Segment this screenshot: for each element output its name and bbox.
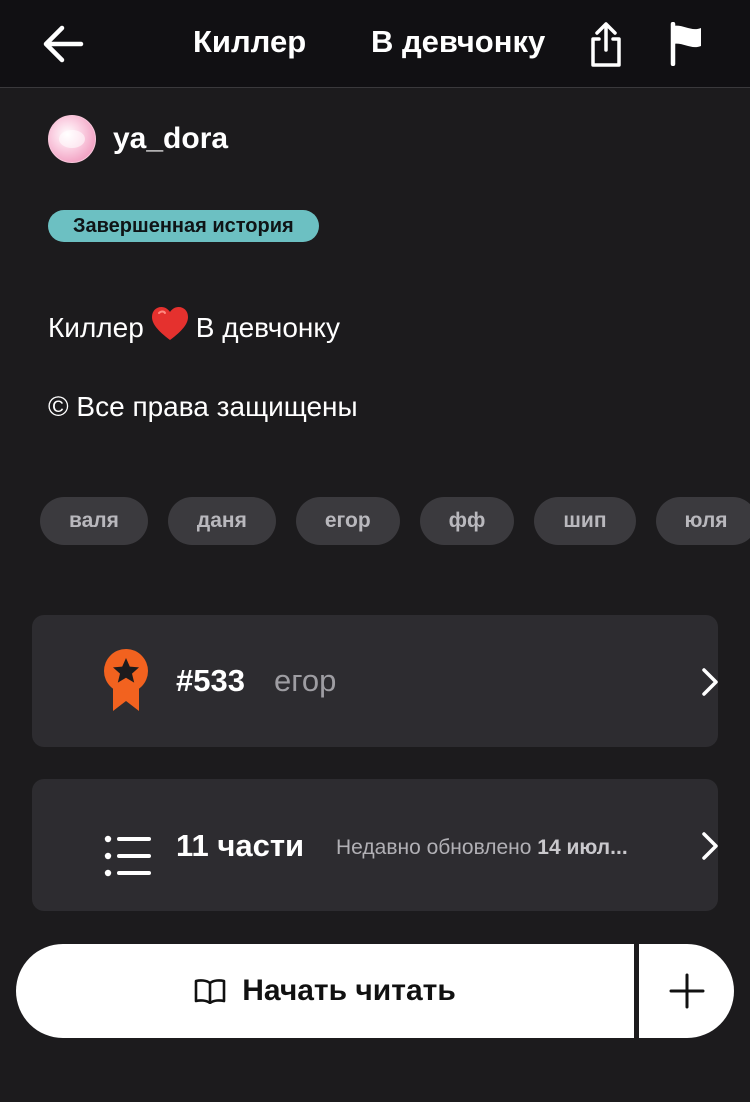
description-text-before: Киллер <box>48 311 144 343</box>
plus-icon <box>669 973 704 1009</box>
tag-chip[interactable]: юля <box>655 497 750 545</box>
award-badge-icon <box>104 649 148 711</box>
chevron-right-icon <box>702 832 718 860</box>
tag-chip[interactable]: фф <box>419 497 515 545</box>
status-badge: Завершенная история <box>48 210 319 242</box>
add-to-library-button[interactable] <box>639 944 734 1038</box>
author-row[interactable]: ya_dora <box>48 114 228 164</box>
avatar[interactable] <box>48 115 96 163</box>
heart-icon <box>150 306 190 349</box>
ranking-card[interactable]: #533 егор <box>32 615 718 747</box>
parts-card[interactable]: 11 части Недавно обновлено 14 июл... <box>32 779 718 911</box>
back-button[interactable] <box>38 22 88 66</box>
story-title-part1: Киллер <box>193 24 307 59</box>
description-line-2: © Все права защищены <box>48 391 358 422</box>
description-line-1: Киллер В девчонку <box>48 306 340 351</box>
arrow-left-icon <box>43 25 84 63</box>
description-text-after: В девчонку <box>195 311 340 343</box>
start-reading-button[interactable]: Начать читать <box>16 944 634 1038</box>
updated-prefix: Недавно обновлено <box>336 836 532 859</box>
start-reading-label: Начать читать <box>242 974 456 1007</box>
chevron-right-icon <box>702 668 718 696</box>
story-title-part2: В девчонку <box>371 24 546 59</box>
share-button[interactable] <box>586 18 626 70</box>
tag-chip[interactable]: валя <box>40 497 148 545</box>
tag-chip[interactable]: даня <box>167 497 276 545</box>
list-icon <box>104 835 151 877</box>
tag-chip[interactable]: шип <box>534 497 636 545</box>
rank-number: #533 <box>176 663 245 698</box>
tag-chip[interactable]: егор <box>295 497 400 545</box>
parts-updated: Недавно обновлено 14 июл... <box>336 836 672 860</box>
author-name[interactable]: ya_dora <box>113 122 228 156</box>
top-bar: Киллер В девчонку <box>0 0 750 88</box>
tag-list[interactable]: валя даня егор фф шип юля <box>40 497 750 545</box>
share-icon <box>591 22 621 67</box>
book-icon <box>194 979 226 1004</box>
flag-icon <box>670 22 701 66</box>
report-button[interactable] <box>666 20 706 68</box>
parts-count: 11 части <box>176 828 305 863</box>
rank-tag: егор <box>274 663 337 698</box>
updated-date: 14 июл... <box>537 836 628 859</box>
